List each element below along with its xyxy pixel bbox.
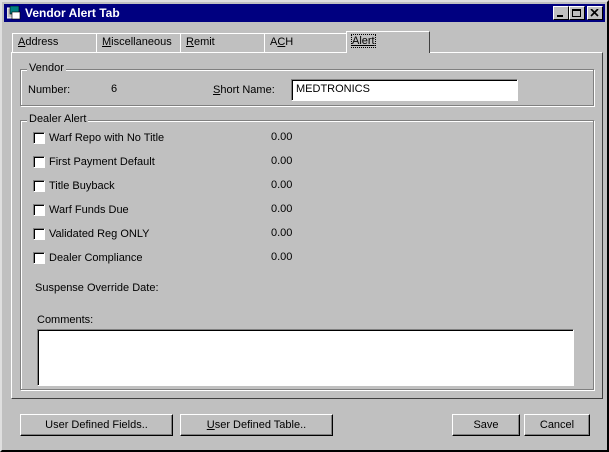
vendor-group-label: Vendor — [27, 62, 66, 74]
short-name-label-rest: hort Name: — [220, 84, 275, 96]
minimize-button[interactable] — [553, 6, 569, 20]
validated-reg-value: 0.00 — [271, 227, 293, 239]
number-value: 6 — [111, 83, 118, 95]
vendor-group: Vendor Number: 6 Short Name: MEDTRONICS — [20, 62, 594, 106]
save-button[interactable]: Save — [452, 414, 520, 436]
warf-repo-label: Warf Repo with No Title — [49, 132, 165, 144]
dealer-compliance-value: 0.00 — [271, 251, 293, 263]
number-label: Number: — [28, 84, 71, 96]
comments-field[interactable] — [37, 329, 574, 386]
user-defined-fields-button[interactable]: User Defined Fields.. — [20, 414, 173, 436]
minimize-icon — [557, 15, 563, 17]
user-defined-table-accel: U — [206, 418, 215, 431]
close-icon — [590, 9, 599, 17]
user-defined-table-button[interactable]: User Defined Table.. — [180, 414, 333, 436]
first-payment-default-value: 0.00 — [271, 155, 293, 167]
tab-alert-label: Alert — [351, 34, 376, 48]
title-buyback-checkbox[interactable] — [33, 180, 45, 192]
close-button[interactable] — [587, 6, 603, 20]
warf-funds-due-checkbox[interactable] — [33, 204, 45, 216]
cancel-button[interactable]: Cancel — [524, 414, 590, 436]
warf-funds-due-label: Warf Funds Due — [49, 204, 129, 216]
user-defined-table-label: ser Defined Table.. — [214, 418, 307, 431]
warf-repo-checkbox[interactable] — [33, 132, 45, 144]
dealer-alert-group: Dealer Alert Warf Repo with No Title 0.0… — [20, 113, 594, 390]
alert-tab-panel: Vendor Number: 6 Short Name: MEDTRONICS … — [11, 52, 603, 399]
warf-funds-due-value: 0.00 — [271, 203, 293, 215]
tab-miscellaneous-label: iscellaneous — [111, 36, 172, 48]
tab-ach[interactable]: ACH — [264, 33, 348, 52]
dealer-compliance-checkbox[interactable] — [33, 252, 45, 264]
tab-remit-label: emit — [193, 36, 215, 48]
tab-ach-label: H — [285, 36, 294, 48]
tab-address-label: ddress — [25, 36, 59, 48]
title-bar: Vendor Alert Tab — [4, 4, 605, 22]
window-title: Vendor Alert Tab — [25, 6, 120, 20]
validated-reg-label: Validated Reg ONLY — [49, 228, 150, 240]
short-name-label: Short Name: — [213, 84, 275, 96]
maximize-icon — [572, 9, 581, 17]
comments-label: Comments: — [37, 314, 94, 326]
dealer-alert-group-label: Dealer Alert — [27, 113, 89, 125]
vendor-alert-window: Vendor Alert Tab Address Miscellaneous R… — [0, 0, 609, 452]
maximize-button[interactable] — [569, 6, 585, 20]
suspense-override-date-label: Suspense Override Date: — [35, 282, 159, 294]
title-buyback-value: 0.00 — [271, 179, 293, 191]
tab-miscellaneous[interactable]: Miscellaneous — [96, 33, 181, 52]
title-buyback-label: Title Buyback — [49, 180, 115, 192]
first-payment-default-checkbox[interactable] — [33, 156, 45, 168]
tab-remit[interactable]: Remit — [180, 33, 265, 52]
warf-repo-value: 0.00 — [271, 131, 293, 143]
tab-miscellaneous-accel: M — [102, 36, 112, 48]
app-icon — [7, 6, 21, 20]
first-payment-default-label: First Payment Default — [49, 156, 155, 168]
tab-remit-accel: R — [186, 36, 194, 48]
tab-address[interactable]: Address — [12, 33, 97, 52]
tab-alert[interactable]: Alert — [346, 31, 430, 53]
dealer-compliance-label: Dealer Compliance — [49, 252, 143, 264]
validated-reg-checkbox[interactable] — [33, 228, 45, 240]
short-name-field[interactable]: MEDTRONICS — [291, 79, 518, 101]
